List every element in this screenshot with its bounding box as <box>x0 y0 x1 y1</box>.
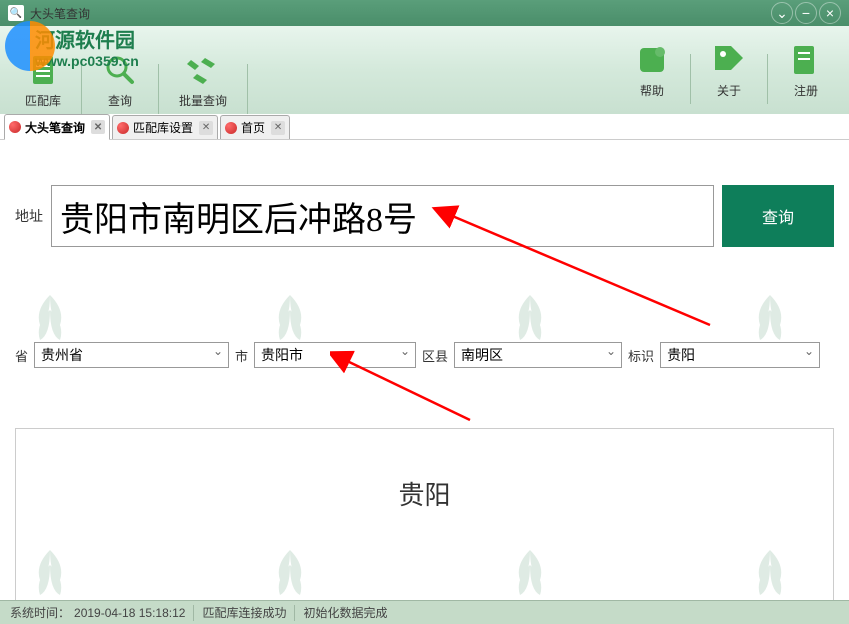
app-icon: 🔍 <box>8 5 24 21</box>
tab-home[interactable]: 首页 ✕ <box>220 115 290 139</box>
toolbar-query[interactable]: 查询 <box>87 47 153 114</box>
query-button[interactable]: 查询 <box>722 185 834 247</box>
leaf-decoration <box>500 295 560 345</box>
close-button[interactable]: × <box>819 2 841 24</box>
leaf-decoration <box>740 295 800 345</box>
separator <box>247 64 248 114</box>
close-icon[interactable]: ✕ <box>271 121 285 135</box>
tab-match-settings[interactable]: 匹配库设置 ✕ <box>112 115 218 139</box>
window-controls: ⌄ − × <box>771 2 841 24</box>
status-connection: 匹配库连接成功 <box>202 604 286 621</box>
batch-icon <box>185 52 221 88</box>
separator <box>81 64 82 114</box>
title-left: 🔍 大头笔查询 <box>8 5 90 22</box>
province-label: 省 <box>15 346 28 365</box>
mark-label: 标识 <box>628 346 654 365</box>
help-icon <box>634 42 670 78</box>
separator <box>767 54 768 104</box>
close-icon[interactable]: ✕ <box>199 121 213 135</box>
close-icon[interactable]: ✕ <box>91 120 105 134</box>
result-text: 贵阳 <box>398 475 450 512</box>
result-box: 贵阳 <box>15 428 834 600</box>
dropdown-button[interactable]: ⌄ <box>771 2 793 24</box>
district-label: 区县 <box>422 346 448 365</box>
district-select[interactable]: 南明区 <box>454 342 622 368</box>
toolbar: 河源软件园 www.pc0359.cn 匹配库 查询 批量查询 帮助 关于 <box>0 26 849 114</box>
city-select[interactable]: 贵阳市 <box>254 342 416 368</box>
separator <box>294 605 295 621</box>
status-time-value: 2019-04-18 15:18:12 <box>74 606 185 620</box>
city-label: 市 <box>235 346 248 365</box>
toolbar-label: 匹配库 <box>25 92 61 109</box>
leaf-decoration <box>20 295 80 345</box>
tab-query[interactable]: 大头笔查询 ✕ <box>4 114 110 140</box>
pin-icon <box>225 122 237 134</box>
separator <box>690 54 691 104</box>
pin-icon <box>9 121 21 133</box>
tab-label: 匹配库设置 <box>133 119 193 136</box>
separator <box>158 64 159 114</box>
database-icon <box>25 52 61 88</box>
tag-icon <box>711 42 747 78</box>
leaf-decoration <box>260 295 320 345</box>
address-label: 地址 <box>15 206 43 226</box>
content: 地址 查询 省 贵州省 市 贵阳市 区县 南明区 标识 贵阳 贵阳 <box>0 140 849 600</box>
toolbar-label: 批量查询 <box>179 92 227 109</box>
window-title: 大头笔查询 <box>30 5 90 22</box>
register-icon <box>788 42 824 78</box>
title-bar: 🔍 大头笔查询 ⌄ − × <box>0 0 849 26</box>
status-time-label: 系统时间： <box>10 604 70 621</box>
toolbar-help[interactable]: 帮助 <box>619 37 685 104</box>
toolbar-left: 匹配库 查询 批量查询 <box>10 47 253 114</box>
toolbar-right: 帮助 关于 注册 <box>619 37 839 104</box>
toolbar-label: 查询 <box>108 92 132 109</box>
status-init: 初始化数据完成 <box>303 604 387 621</box>
toolbar-match-db[interactable]: 匹配库 <box>10 47 76 114</box>
toolbar-label: 帮助 <box>640 82 664 99</box>
toolbar-batch-query[interactable]: 批量查询 <box>164 47 242 114</box>
tab-label: 大头笔查询 <box>25 119 85 136</box>
toolbar-label: 注册 <box>794 82 818 99</box>
province-select[interactable]: 贵州省 <box>34 342 229 368</box>
tab-bar: 大头笔查询 ✕ 匹配库设置 ✕ 首页 ✕ <box>0 114 849 140</box>
separator <box>193 605 194 621</box>
search-icon <box>102 52 138 88</box>
pin-icon <box>117 122 129 134</box>
minimize-button[interactable]: − <box>795 2 817 24</box>
tab-label: 首页 <box>241 119 265 136</box>
address-input[interactable] <box>51 185 714 247</box>
toolbar-register[interactable]: 注册 <box>773 37 839 104</box>
toolbar-about[interactable]: 关于 <box>696 37 762 104</box>
address-row: 地址 查询 <box>15 185 834 247</box>
filter-row: 省 贵州省 市 贵阳市 区县 南明区 标识 贵阳 <box>15 342 834 368</box>
mark-select[interactable]: 贵阳 <box>660 342 820 368</box>
toolbar-label: 关于 <box>717 82 741 99</box>
status-bar: 系统时间： 2019-04-18 15:18:12 匹配库连接成功 初始化数据完… <box>0 600 849 624</box>
